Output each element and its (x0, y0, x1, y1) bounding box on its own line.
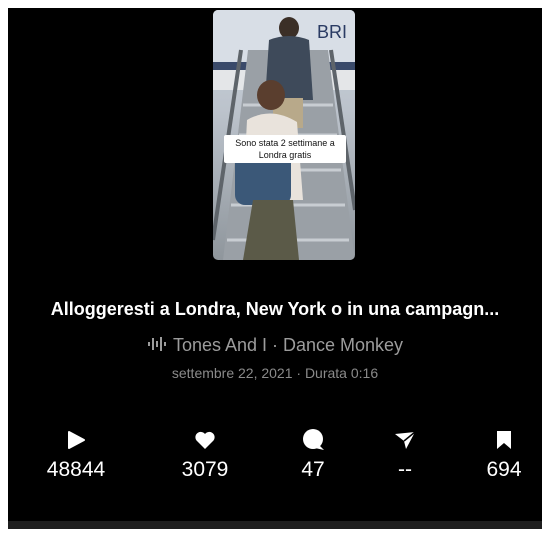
shares-stat[interactable]: -- (355, 428, 455, 482)
sound-label: Tones And I · Dance Monkey (172, 335, 404, 355)
plays-stat[interactable]: 48844 (26, 428, 126, 482)
bookmark-icon (454, 428, 542, 452)
video-title: Alloggeresti a Londra, New York o in una… (50, 299, 500, 319)
saves-stat[interactable]: 694 (454, 428, 542, 482)
video-caption-overlay: Sono stata 2 settimane a Londra gratis (224, 135, 346, 163)
share-icon (355, 428, 455, 452)
shares-count: -- (398, 458, 412, 481)
video-detail-panel: BRI Sono stata 2 settimane a Londra grat… (8, 8, 542, 529)
heart-icon (155, 428, 255, 452)
plays-count: 48844 (46, 458, 106, 481)
comment-icon (263, 428, 363, 452)
plane-lettering: BRI (317, 22, 347, 42)
bottom-divider (8, 521, 542, 529)
waveform-icon (147, 336, 167, 357)
likes-stat[interactable]: 3079 (155, 428, 255, 482)
likes-count: 3079 (181, 458, 229, 481)
sound-row[interactable]: Tones And I · Dance Monkey (8, 335, 542, 357)
play-icon (26, 428, 126, 452)
saves-count: 694 (486, 458, 522, 481)
comments-stat[interactable]: 47 (263, 428, 363, 482)
comments-count: 47 (301, 458, 325, 481)
video-thumbnail[interactable]: BRI Sono stata 2 settimane a Londra grat… (213, 10, 355, 260)
post-meta: settembre 22, 2021 · Durata 0:16 (171, 365, 379, 381)
